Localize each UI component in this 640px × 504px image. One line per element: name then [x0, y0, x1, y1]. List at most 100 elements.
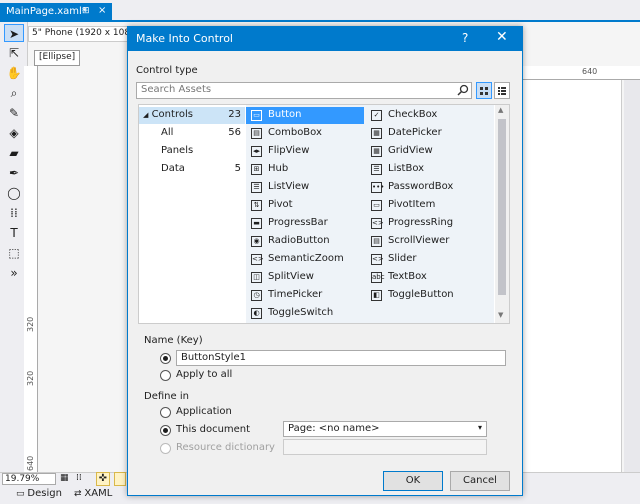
control-item-timepicker[interactable]: ◷ TimePicker	[246, 287, 364, 304]
define-in-label: Define in	[144, 391, 189, 402]
control-item-splitview[interactable]: ◫ SplitView	[246, 269, 364, 286]
help-icon[interactable]: ?	[462, 31, 468, 45]
expand-icon[interactable]: ◢	[143, 111, 148, 119]
control-item-passwordbox[interactable]: ••• PasswordBox	[366, 179, 484, 196]
designer-scrollbar[interactable]	[624, 80, 640, 480]
selection-tool-icon[interactable]: ➤	[4, 24, 24, 42]
control-item-pivot[interactable]: ⇅ Pivot	[246, 197, 364, 214]
close-icon[interactable]: ✕	[496, 29, 508, 45]
list-view-icon	[498, 87, 506, 95]
asset-panel: ◢ Controls 23 All 56 Panels Data 5 ▭ Butt…	[138, 104, 510, 324]
category-all[interactable]: All 56	[139, 125, 245, 142]
search-input[interactable]: Search Assets	[136, 82, 472, 99]
ruler-top-label: 640	[582, 67, 598, 76]
control-item-listbox[interactable]: ☰ ListBox	[366, 161, 484, 178]
control-item-gridview[interactable]: ▦ GridView	[366, 143, 484, 160]
ruler-left-label: 640	[26, 455, 35, 471]
control-tool-icon[interactable]: ⬚	[4, 244, 24, 262]
semanticzoom-icon: <>	[251, 254, 264, 265]
more-tools-icon[interactable]: »	[4, 264, 24, 282]
search-icon[interactable]	[456, 83, 470, 97]
list-view-button[interactable]	[494, 82, 510, 99]
close-tab-icon[interactable]: ×	[98, 5, 106, 16]
pan-tool-icon[interactable]: ✋	[4, 64, 24, 82]
checkbox-icon: ✓	[371, 110, 382, 121]
apply-to-all-radio[interactable]	[160, 370, 171, 381]
this-document-radio[interactable]	[160, 425, 171, 436]
timepicker-icon: ◷	[251, 290, 262, 301]
button-icon: ▭	[251, 110, 262, 121]
ok-button[interactable]: OK	[383, 471, 443, 491]
slider-icon: <>	[371, 254, 384, 265]
grid-view-button[interactable]	[476, 82, 492, 99]
category-controls[interactable]: ◢ Controls 23	[139, 107, 245, 124]
togglebutton-icon: ◧	[371, 290, 382, 301]
chevron-down-icon: ▾	[477, 423, 482, 432]
control-item-togglebutton[interactable]: ◧ ToggleButton	[366, 287, 484, 304]
control-item-progressbar[interactable]: ▬ ProgressBar	[246, 215, 364, 232]
text-tool-icon[interactable]: T	[4, 224, 24, 242]
control-item-flipview[interactable]: ◂▸ FlipView	[246, 143, 364, 160]
artboard[interactable]	[518, 80, 622, 480]
control-item-semanticzoom[interactable]: <> SemanticZoom	[246, 251, 364, 268]
cancel-button[interactable]: Cancel	[450, 471, 510, 491]
resource-dictionary-radio	[160, 443, 171, 454]
document-combo[interactable]: Page: <no name> ▾	[283, 421, 487, 437]
control-item-toggleswitch[interactable]: ◐ ToggleSwitch	[246, 305, 364, 322]
this-document-label: This document	[176, 424, 251, 435]
document-tab[interactable]: MainPage.xaml* ⊞ ×	[0, 3, 112, 22]
asset-scroll-thumb[interactable]	[498, 119, 506, 295]
artboard-bg-icon[interactable]	[114, 472, 126, 486]
control-item-textbox[interactable]: abc TextBox	[366, 269, 484, 286]
application-radio[interactable]	[160, 407, 171, 418]
control-item-hub[interactable]: ⊞ Hub	[246, 161, 364, 178]
grid-tool-icon[interactable]: ⁞⁞	[4, 204, 24, 222]
direct-select-tool-icon[interactable]: ⇱	[4, 44, 24, 62]
eraser-tool-icon[interactable]: ▰	[4, 144, 24, 162]
snap-lines-icon[interactable]: ✜	[96, 472, 110, 486]
toggleswitch-icon: ◐	[251, 308, 262, 319]
tab-xaml[interactable]: ⇄ XAML	[74, 488, 112, 499]
pen-tool-icon[interactable]: ✒	[4, 164, 24, 182]
category-data[interactable]: Data 5	[139, 161, 245, 178]
pin-icon[interactable]: ⊞	[82, 6, 90, 16]
control-item-slider[interactable]: <> Slider	[366, 251, 484, 268]
dialog-title: Make Into Control	[136, 32, 233, 45]
control-item-datepicker[interactable]: ▦ DatePicker	[366, 125, 484, 142]
scroll-down-icon[interactable]: ▼	[498, 311, 503, 319]
control-item-checkbox[interactable]: ✓ CheckBox	[366, 107, 484, 124]
name-key-input[interactable]: ButtonStyle1	[176, 350, 506, 366]
name-key-radio[interactable]	[160, 353, 171, 364]
paint-bucket-tool-icon[interactable]: ◈	[4, 124, 24, 142]
ellipse-tool-icon[interactable]: ◯	[4, 184, 24, 202]
listview-icon: ☰	[251, 182, 262, 193]
snap-grid-icon[interactable]: ⁞⁞	[76, 473, 88, 485]
scroll-up-icon[interactable]: ▲	[498, 106, 503, 114]
element-tag[interactable]: [Ellipse]	[34, 50, 81, 66]
control-item-pivotitem[interactable]: ▭ PivotItem	[366, 197, 484, 214]
category-panels[interactable]: Panels	[139, 143, 245, 160]
application-label: Application	[176, 406, 232, 417]
ruler-top: 640	[518, 66, 640, 80]
zoom-selector[interactable]: 19.79%	[2, 473, 56, 485]
eyedropper-tool-icon[interactable]: ✎	[4, 104, 24, 122]
control-item-scrollviewer[interactable]: ▤ ScrollViewer	[366, 233, 484, 250]
resource-dictionary-combo	[283, 439, 487, 455]
name-key-label: Name (Key)	[144, 335, 203, 346]
document-tab-title: MainPage.xaml*	[6, 6, 87, 17]
control-item-button[interactable]: ▭ Button	[246, 107, 364, 124]
progressbar-icon: ▬	[251, 218, 262, 229]
control-item-progressring[interactable]: <> ProgressRing	[366, 215, 484, 232]
resource-dictionary-label: Resource dictionary	[176, 442, 275, 453]
zoom-tool-icon[interactable]: ⌕	[4, 84, 24, 102]
xaml-icon: ⇄	[74, 489, 85, 499]
tab-design[interactable]: ▭ Design	[16, 488, 62, 499]
control-item-combobox[interactable]: ▤ ComboBox	[246, 125, 364, 142]
control-item-radiobutton[interactable]: ◉ RadioButton	[246, 233, 364, 250]
flipview-icon: ◂▸	[251, 146, 262, 157]
progressring-icon: <>	[371, 218, 384, 229]
device-selector[interactable]: 5" Phone (1920 x 1080	[28, 26, 128, 42]
listbox-icon: ☰	[371, 164, 382, 175]
grid-toggle-icon[interactable]: ▦	[60, 473, 72, 485]
control-item-listview[interactable]: ☰ ListView	[246, 179, 364, 196]
